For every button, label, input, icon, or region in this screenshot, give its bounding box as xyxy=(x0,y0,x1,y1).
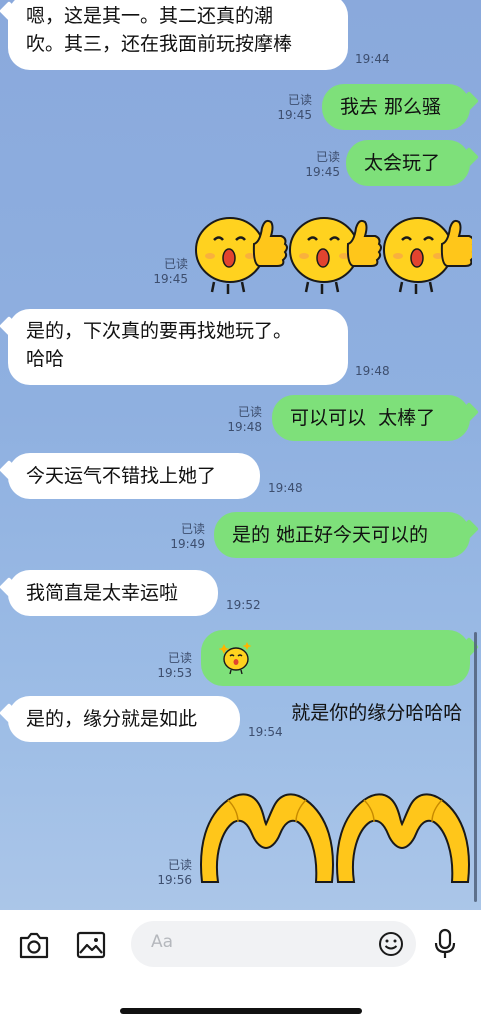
message-time: 19:48 xyxy=(227,420,262,434)
message-bubble[interactable]: 今天运气不错找上她了 xyxy=(8,453,260,499)
read-receipt: 已读 xyxy=(163,257,188,271)
message-time: 19:48 xyxy=(268,481,303,495)
message-bubble[interactable]: 是的，缘分就是如此 xyxy=(8,696,240,742)
message-bubble[interactable]: 可以可以 太棒了 xyxy=(272,395,470,441)
heart-hands-sticker[interactable] xyxy=(198,786,472,886)
message-time: 19:52 xyxy=(226,598,261,612)
message-time: 19:45 xyxy=(305,165,340,179)
message-time: 19:56 xyxy=(157,873,192,887)
image-icon[interactable] xyxy=(76,931,106,959)
message-time: 19:45 xyxy=(153,272,188,286)
read-receipt: 已读 xyxy=(287,93,312,107)
chick-thumbs-up-sticker[interactable] xyxy=(192,206,472,296)
message-time: 19:48 xyxy=(355,364,390,378)
microphone-icon[interactable] xyxy=(433,928,457,960)
message-bubble[interactable]: 太会玩了 xyxy=(346,140,470,186)
read-receipt: 已读 xyxy=(167,858,192,872)
read-receipt: 已读 xyxy=(167,651,192,665)
read-receipt: 已读 xyxy=(237,405,262,419)
message-time: 19:44 xyxy=(355,52,390,66)
message-time: 19:54 xyxy=(248,725,283,739)
message-bubble[interactable]: 我简直是太幸运啦 xyxy=(8,570,218,616)
chat-area[interactable]: 嗯，这是其一。其二还真的潮 吹。其三，还在我面前玩按摩棒 19:44 已读 19… xyxy=(0,0,481,910)
message-bubble[interactable]: 是的 她正好今天可以的 xyxy=(214,512,470,558)
message-time: 19:53 xyxy=(157,666,192,680)
home-indicator[interactable] xyxy=(120,1008,362,1014)
read-receipt: 已读 xyxy=(315,150,340,164)
message-bubble[interactable]: 是的，下次真的要再找她玩了。 哈哈 xyxy=(8,309,348,385)
message-input[interactable]: Aa xyxy=(131,921,416,967)
message-time: 19:49 xyxy=(170,537,205,551)
camera-icon[interactable] xyxy=(18,930,50,960)
message-bubble[interactable]: 就是你的缘分哈哈哈 xyxy=(201,630,470,724)
scrollbar[interactable] xyxy=(474,632,477,902)
smiley-icon[interactable] xyxy=(378,931,404,957)
message-text: 就是你的缘分哈哈哈 xyxy=(291,702,463,724)
message-bubble[interactable]: 我去 那么骚 xyxy=(322,84,470,130)
chick-sparkle-emoji xyxy=(219,642,252,675)
read-receipt: 已读 xyxy=(180,522,205,536)
message-bubble[interactable]: 嗯，这是其一。其二还真的潮 吹。其三，还在我面前玩按摩棒 xyxy=(8,0,348,70)
message-time: 19:45 xyxy=(277,108,312,122)
input-placeholder: Aa xyxy=(151,932,174,952)
